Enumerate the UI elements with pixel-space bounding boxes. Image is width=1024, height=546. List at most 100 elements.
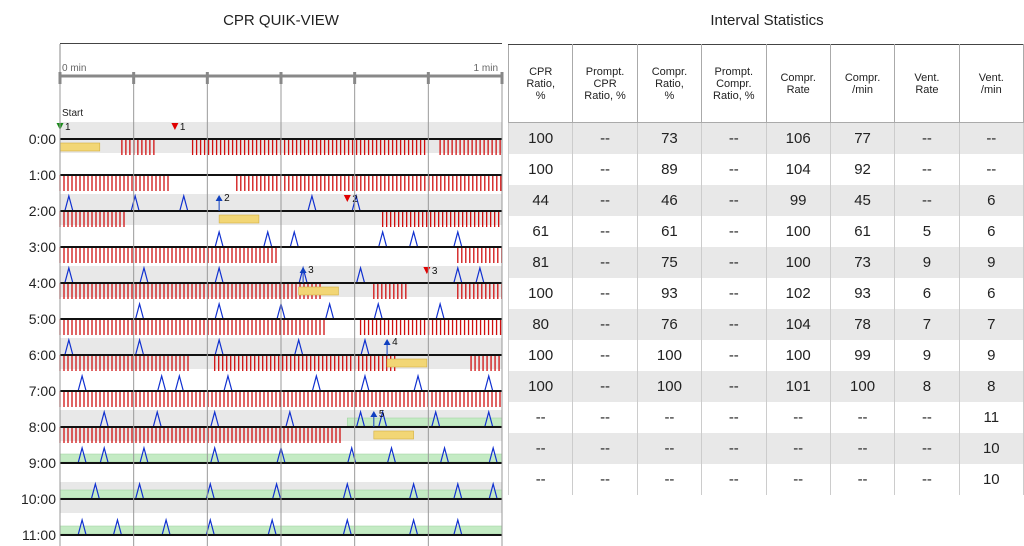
ventilation-mark — [134, 301, 145, 320]
stats-cell: 46 — [636, 185, 703, 216]
ventilation-mark — [413, 373, 423, 392]
stats-cell: 92 — [829, 154, 896, 185]
pause-bar — [386, 358, 428, 368]
stats-cell: 102 — [765, 278, 831, 309]
stats-cell: 77 — [829, 122, 896, 154]
stats-header-row: CPR Ratio,% Prompt. CPR Ratio, % Compr. Ratio,… — [507, 44, 1024, 123]
stats-column-header: Vent. Rate — [894, 44, 960, 123]
stats-cell: 73 — [636, 122, 703, 154]
stats-cell: 100 — [765, 216, 831, 247]
quikview-title: CPR QUIK-VIEW — [223, 12, 339, 29]
stats-column-header-line: Rate — [915, 83, 939, 96]
ventilation-mark — [325, 301, 335, 320]
stats-cell: -- — [765, 464, 831, 495]
stats-column-header-line: % — [664, 89, 675, 102]
stats-column-header-line: Ratio, % — [713, 89, 755, 102]
event-marker-label: 3 — [308, 265, 314, 276]
stats-cell: 93 — [636, 278, 703, 309]
stats-column-header: Vent./min — [958, 44, 1024, 123]
stats-cell: -- — [894, 433, 960, 464]
minute-label: 1:00 — [29, 167, 56, 183]
pause-bar — [59, 142, 101, 152]
event-marker-label: 3 — [432, 266, 438, 277]
event-marker-label: 5 — [379, 409, 385, 420]
stats-row: 80 -- 76 -- 104 78 7 7 — [507, 309, 1024, 340]
stats-cell: 100 — [765, 340, 831, 371]
stats-cell: -- — [894, 122, 960, 154]
stats-cell: 61 — [829, 216, 896, 247]
stats-cell: 93 — [829, 278, 896, 309]
stats-cell: -- — [572, 340, 638, 371]
stats-cell: 7 — [894, 309, 960, 340]
stats-cell: -- — [701, 340, 767, 371]
stats-column-header-line: Prompt. — [714, 65, 754, 78]
stats-cell: -- — [572, 185, 638, 216]
stats-cell: -- — [572, 154, 638, 185]
cpr-quikview-timeline: 1 1 2 2 3 3 4 5 0 min 1 min Start 0:00 1:00 2:00 3… — [21, 44, 504, 546]
stats-cell: 100 — [507, 371, 574, 402]
stats-column-header-line: % — [535, 89, 546, 102]
start-label: Start — [62, 108, 83, 119]
stats-cell: -- — [572, 122, 638, 154]
interval-statistics-title: Interval Statistics — [710, 12, 824, 29]
stats-cell: 8 — [958, 371, 1024, 402]
stats-cell: 81 — [507, 247, 574, 278]
stats-row: 100 -- 100 -- 100 99 9 9 — [507, 340, 1024, 371]
stats-cell: -- — [507, 402, 574, 433]
minute-label: 11:00 — [22, 527, 56, 543]
stats-cell: -- — [701, 464, 767, 495]
stats-column-header-line: Compr. — [651, 65, 688, 78]
stats-row: -- -- -- -- -- -- -- 10 — [507, 433, 1024, 464]
stats-cell: 9 — [958, 247, 1024, 278]
stats-row: 44 -- 46 -- 99 45 -- 6 — [507, 185, 1024, 216]
event-marker-label: 2 — [224, 193, 230, 204]
stats-cell: 100 — [507, 340, 574, 371]
ventilation-mark — [311, 373, 321, 392]
ventilation-mark — [435, 301, 445, 320]
pause-bar — [373, 430, 414, 440]
stats-cell: -- — [829, 433, 896, 464]
stats-column-header-line: CPR — [529, 65, 553, 78]
stats-cell: -- — [507, 433, 574, 464]
stats-cell: -- — [894, 402, 960, 433]
stats-cell: 61 — [636, 216, 703, 247]
stats-column-header-line: Ratio, — [526, 77, 556, 90]
interval-statistics-table: CPR Ratio,% Prompt. CPR Ratio, % Compr. Ratio,… — [507, 44, 1024, 495]
stats-row: 81 -- 75 -- 100 73 9 9 — [507, 247, 1024, 278]
stats-cell: -- — [572, 309, 638, 340]
stats-cell: -- — [765, 402, 831, 433]
stats-cell: -- — [958, 122, 1024, 154]
stats-row: -- -- -- -- -- -- -- 10 — [507, 464, 1024, 495]
stats-cell: -- — [701, 309, 767, 340]
stats-column-header-line: Compr. — [780, 71, 816, 84]
ventilation-mark — [378, 229, 388, 248]
stats-cell: 104 — [765, 309, 831, 340]
stats-cell: 6 — [958, 216, 1024, 247]
stats-cell: -- — [701, 122, 767, 154]
stats-cell: -- — [701, 185, 767, 216]
stats-column-header: Prompt. Compr. Ratio, % — [701, 44, 767, 123]
ventilation-mark — [223, 373, 233, 392]
minute-label: 4:00 — [29, 275, 56, 291]
stats-cell: -- — [572, 433, 638, 464]
stats-cell: -- — [701, 371, 767, 402]
stats-cell: -- — [572, 402, 638, 433]
ventilation-mark — [289, 229, 299, 248]
stats-column-header-line: Ratio, % — [584, 89, 626, 102]
stats-column-header-line: CPR — [593, 77, 617, 90]
stats-cell: -- — [572, 464, 638, 495]
stats-cell: -- — [636, 402, 703, 433]
stats-cell: 99 — [829, 340, 896, 371]
stats-cell: -- — [894, 154, 960, 185]
green-bar — [347, 417, 503, 427]
stats-cell: -- — [572, 247, 638, 278]
stats-cell: 89 — [636, 154, 703, 185]
stats-cell: 100 — [765, 247, 831, 278]
stats-cell: -- — [701, 278, 767, 309]
stats-cell: 100 — [507, 154, 574, 185]
ventilation-mark — [484, 373, 494, 392]
stats-cell: 100 — [829, 371, 896, 402]
stats-cell: 99 — [765, 185, 831, 216]
stats-cell: 73 — [829, 247, 896, 278]
stats-cell: 6 — [958, 278, 1024, 309]
